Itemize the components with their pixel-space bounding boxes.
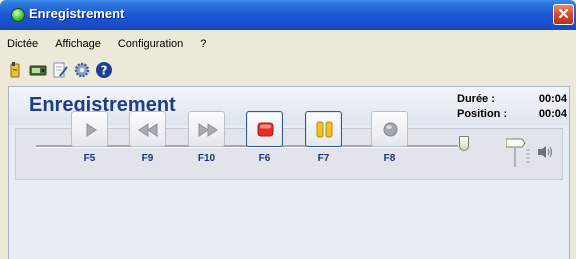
menu-configuration[interactable]: Configuration [118, 35, 183, 53]
menu-dictee[interactable]: Dictée [7, 35, 38, 53]
toolbar: ? [7, 60, 113, 80]
duration-label: Durée : [457, 93, 495, 105]
record-shortcut-label: F8 [383, 153, 396, 164]
rewind-button[interactable] [129, 111, 166, 147]
position-label: Position : [457, 108, 508, 120]
play-icon [86, 123, 97, 137]
record-icon [383, 122, 398, 137]
pause-icon [316, 121, 333, 138]
speaker-icon [538, 146, 552, 158]
close-button[interactable]: ✕ [553, 4, 574, 25]
window-title: Enregistrement [29, 6, 125, 21]
stop-button[interactable] [246, 111, 283, 147]
stop-icon [257, 122, 274, 137]
menu-bar: Dictée Affichage Configuration ? [7, 35, 223, 53]
volume-level-ticks [526, 149, 530, 163]
play-button[interactable] [71, 111, 108, 147]
svg-text:?: ? [101, 64, 108, 78]
menu-affichage[interactable]: Affichage [55, 35, 101, 53]
pause-button[interactable] [305, 111, 342, 147]
record-button[interactable] [371, 111, 408, 147]
dictation-icon[interactable] [7, 61, 25, 79]
play-shortcut-label: F5 [83, 153, 96, 164]
recorder-icon[interactable] [29, 61, 47, 79]
time-stats: Durée : 00:04 Position : 00:04 [457, 92, 567, 122]
title-bar[interactable]: Enregistrement ✕ [0, 0, 576, 30]
stop-shortcut-label: F6 [258, 153, 271, 164]
settings-gear-icon[interactable] [73, 61, 91, 79]
duration-value: 00:04 [538, 93, 567, 105]
menu-help[interactable]: ? [200, 35, 206, 53]
rewind-icon [138, 123, 158, 137]
volume-control[interactable] [505, 137, 561, 172]
position-slider-thumb[interactable] [459, 136, 469, 151]
rewind-shortcut-label: F9 [141, 153, 154, 164]
help-icon[interactable]: ? [95, 61, 113, 79]
recorder-window: Enregistrement ✕ Dictée Affichage Config… [0, 0, 576, 259]
position-value: 00:04 [538, 108, 567, 120]
document-pen-icon[interactable] [51, 61, 69, 79]
fast-forward-icon [198, 123, 218, 137]
fast-forward-shortcut-label: F10 [197, 153, 216, 164]
app-icon [11, 8, 25, 22]
pause-shortcut-label: F7 [317, 153, 330, 164]
fast-forward-button[interactable] [188, 111, 225, 147]
